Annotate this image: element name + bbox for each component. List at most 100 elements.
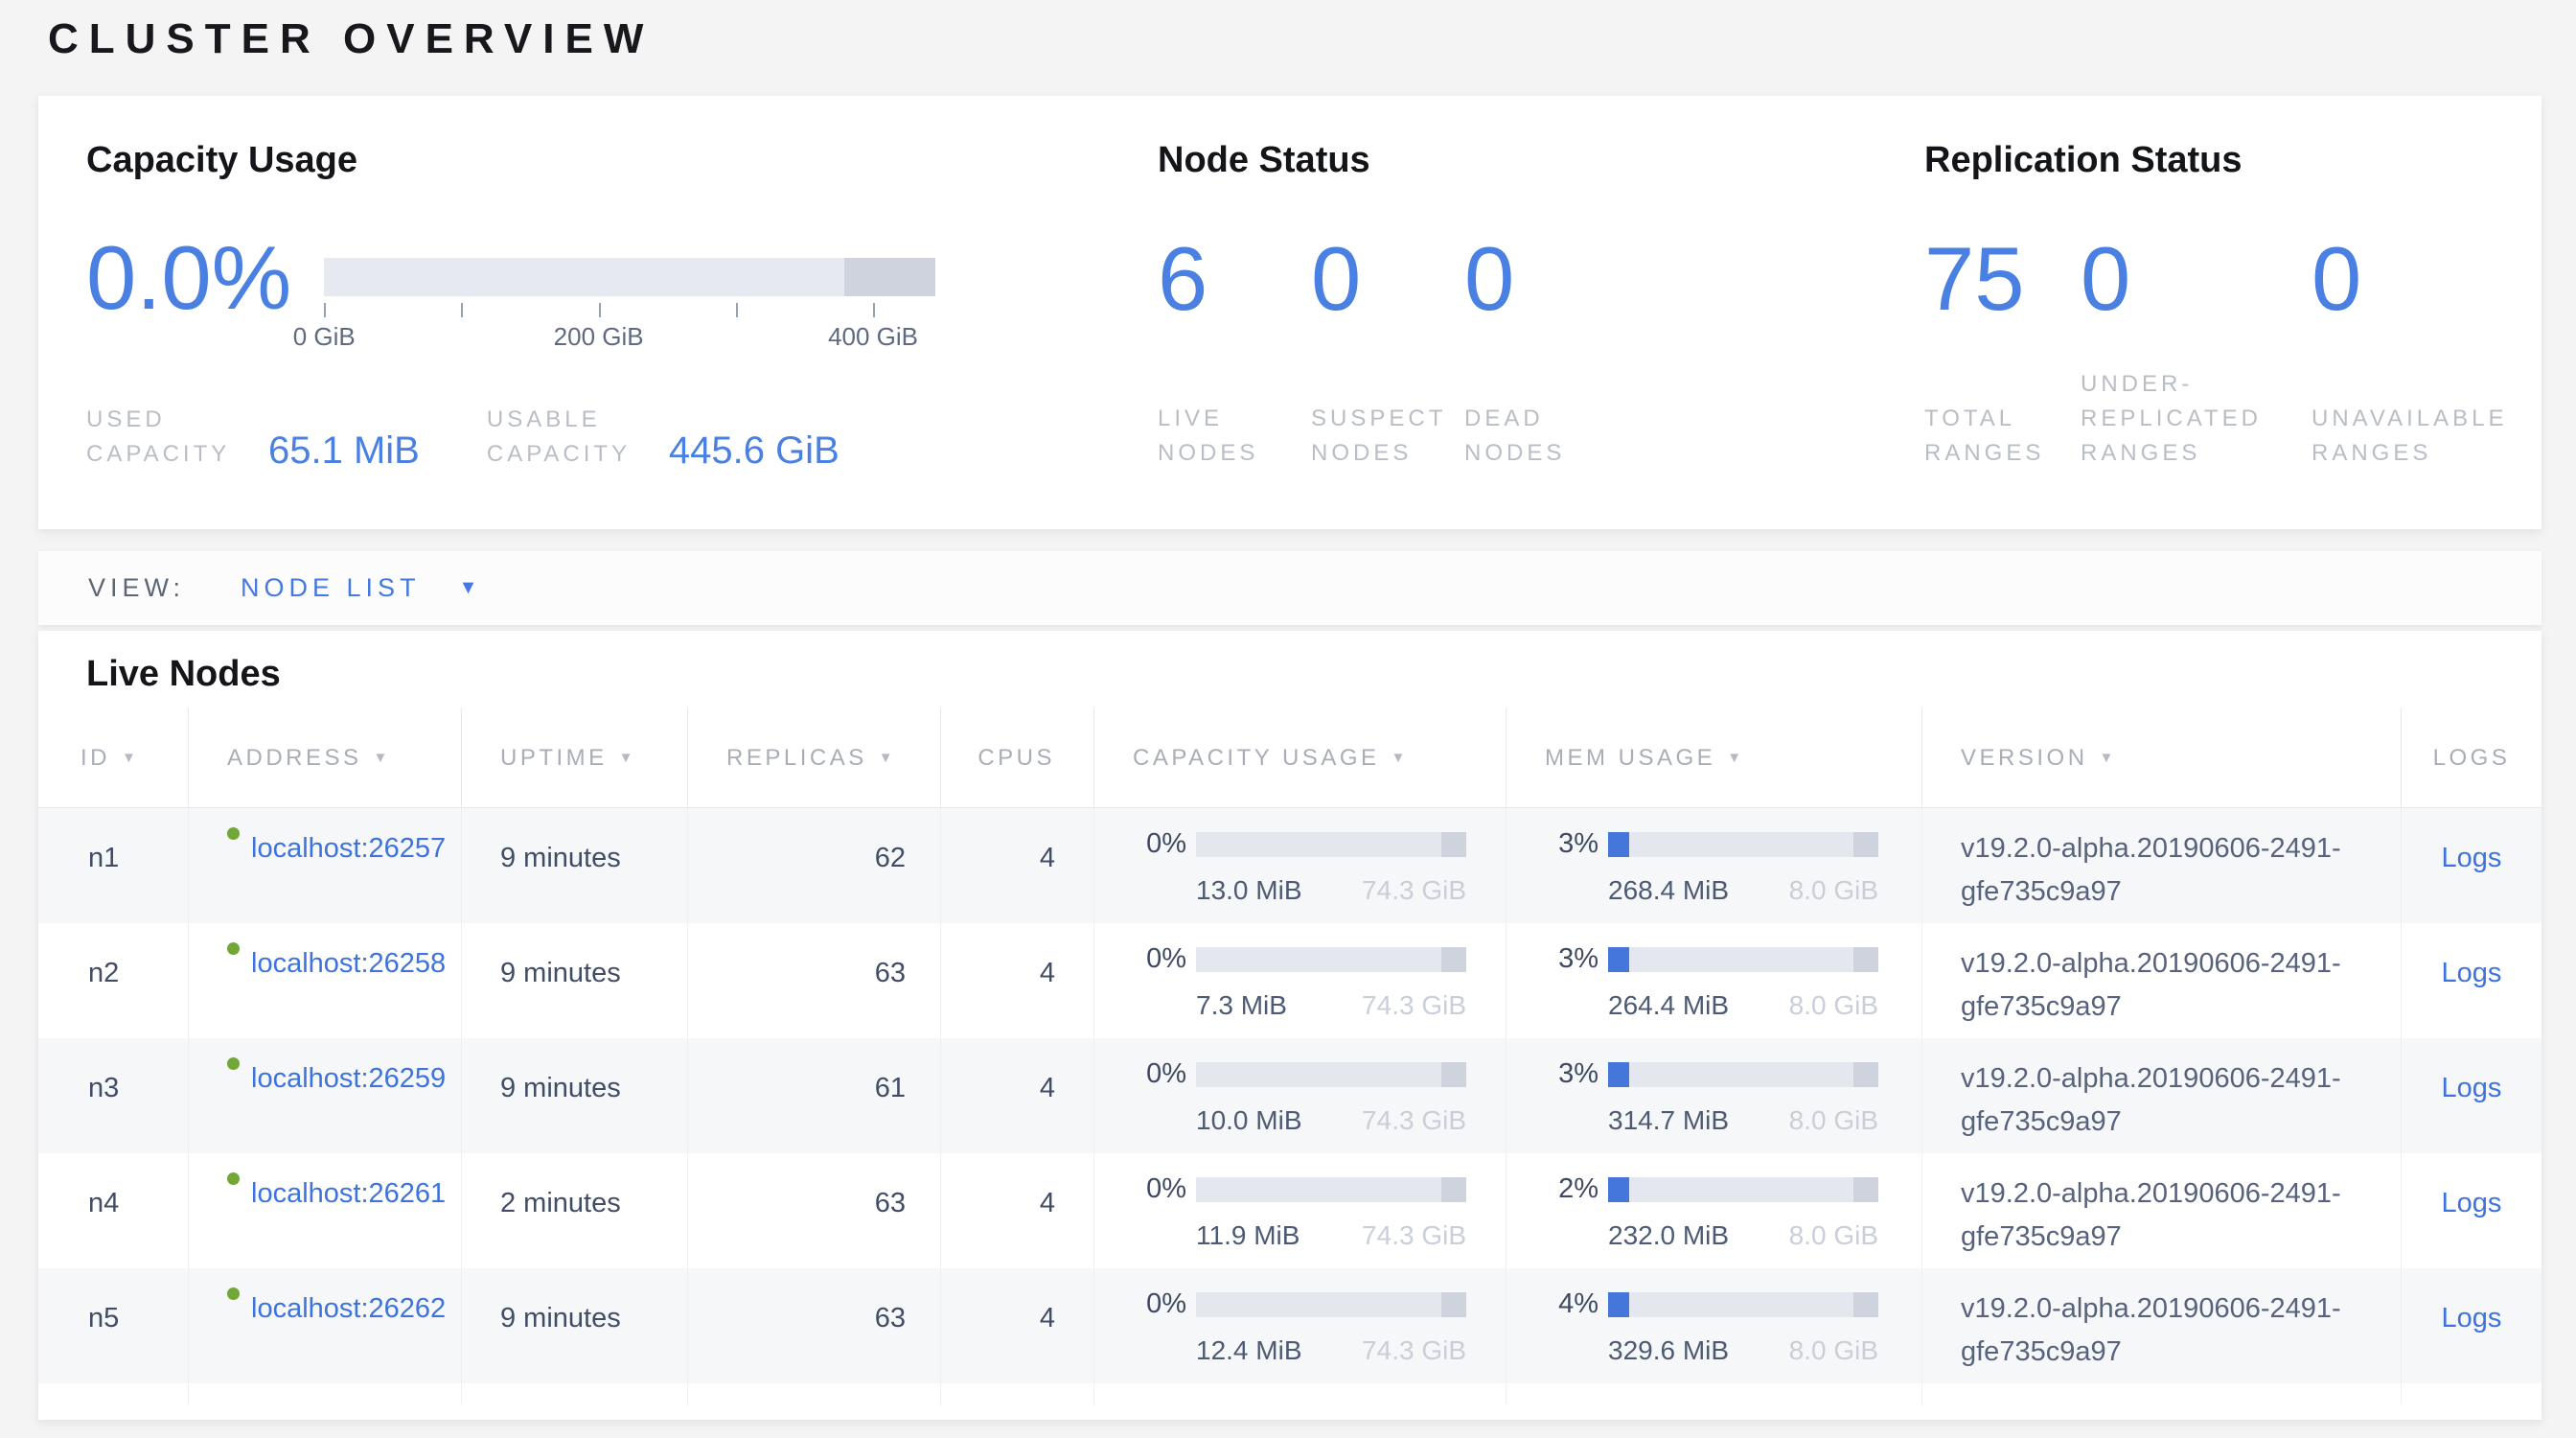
axis-tick-label: 0 GiB xyxy=(293,322,356,352)
column-header-mem-usage[interactable]: MEM USAGE▼ xyxy=(1506,708,1922,807)
capacity-percent: 0% xyxy=(1129,1059,1186,1088)
logs-link[interactable]: Logs xyxy=(2442,1188,2502,1268)
mem-meter-track xyxy=(1608,832,1878,857)
dead-nodes-stat: 0 DEAD NODES xyxy=(1464,233,1618,471)
capacity-usage-heading: Capacity Usage xyxy=(86,140,935,181)
table-rows: n1 localhost:26257 9 minutes 62 4 0% xyxy=(38,808,2542,1383)
used-capacity-stat: USED CAPACITY 65.1 MiB xyxy=(86,403,420,472)
node-address-link[interactable]: localhost:26259 xyxy=(251,1057,448,1101)
mem-meter-reserved xyxy=(1853,832,1878,857)
view-dropdown-value[interactable]: NODE LIST xyxy=(241,573,421,603)
node-version-cell: v19.2.0-alpha.20190606-2491-gfe735c9a97 xyxy=(1922,1153,2402,1268)
node-address-link[interactable]: localhost:26261 xyxy=(251,1172,448,1216)
mem-meter-reserved xyxy=(1853,1177,1878,1202)
usable-capacity-stat: USABLE CAPACITY 445.6 GiB xyxy=(487,403,840,472)
capacity-percent: 0% xyxy=(1129,944,1186,973)
node-id-cell: n5 xyxy=(38,1268,189,1383)
node-uptime-cell: 9 minutes xyxy=(462,808,688,923)
node-version-cell: v19.2.0-alpha.20190606-2491-gfe735c9a97 xyxy=(1922,1038,2402,1153)
node-mem-usage-cell: 3% 314.7 MiB 8.0 GiB xyxy=(1506,1038,1922,1153)
sort-desc-icon: ▼ xyxy=(879,750,896,766)
mem-meter-track xyxy=(1608,1177,1878,1202)
capacity-meter-track xyxy=(1196,947,1466,972)
mem-used-value: 268.4 MiB xyxy=(1608,875,1729,906)
node-uptime-cell: 9 minutes xyxy=(462,923,688,1038)
page-title: CLUSTER OVERVIEW xyxy=(48,15,654,63)
live-status-dot-icon xyxy=(227,1172,240,1185)
mem-meter-fill xyxy=(1608,1062,1629,1087)
view-bar: VIEW: NODE LIST ▼ xyxy=(38,551,2542,625)
mem-total-value: 8.0 GiB xyxy=(1789,990,1878,1021)
node-uptime-cell: 9 minutes xyxy=(462,1038,688,1153)
table-row: n5 localhost:26262 9 minutes 63 4 0% xyxy=(38,1268,2542,1383)
capacity-axis xyxy=(324,303,935,318)
logs-link[interactable]: Logs xyxy=(2442,1303,2502,1383)
node-logs-cell: Logs xyxy=(2402,923,2542,1038)
replication-status-heading: Replication Status xyxy=(1924,140,2542,181)
node-mem-usage-cell: 2% 232.0 MiB 8.0 GiB xyxy=(1506,1153,1922,1268)
live-status-dot-icon xyxy=(227,1057,240,1070)
capacity-total-value: 74.3 GiB xyxy=(1362,1220,1466,1251)
node-mem-usage-cell: 4% 329.6 MiB 8.0 GiB xyxy=(1506,1268,1922,1383)
capacity-axis-labels: 0 GiB 200 GiB 400 GiB xyxy=(324,322,935,353)
summary-card: Capacity Usage 0.0% 0 GiB xyxy=(38,96,2542,529)
sort-desc-icon: ▼ xyxy=(1727,750,1744,766)
column-header-id[interactable]: ID▼ xyxy=(38,708,189,807)
unavailable-ranges-value: 0 xyxy=(2312,233,2542,325)
column-header-capacity-usage[interactable]: CAPACITY USAGE▼ xyxy=(1094,708,1506,807)
mem-percent: 2% xyxy=(1541,1174,1598,1203)
node-address-link[interactable]: localhost:26257 xyxy=(251,827,448,870)
mem-meter-fill xyxy=(1608,832,1629,857)
capacity-usage-section: Capacity Usage 0.0% 0 GiB xyxy=(86,140,935,472)
node-cpus-cell: 4 xyxy=(941,1153,1094,1268)
logs-link[interactable]: Logs xyxy=(2442,1073,2502,1153)
node-version-cell: v19.2.0-alpha.20190606-2491-gfe735c9a97 xyxy=(1922,808,2402,923)
mem-total-value: 8.0 GiB xyxy=(1789,1220,1878,1251)
live-status-dot-icon xyxy=(227,1287,240,1300)
caret-down-icon[interactable]: ▼ xyxy=(459,577,478,599)
column-header-address[interactable]: ADDRESS▼ xyxy=(189,708,462,807)
usable-capacity-value: 445.6 GiB xyxy=(669,431,840,470)
sort-desc-icon: ▼ xyxy=(374,750,391,766)
column-header-version[interactable]: VERSION▼ xyxy=(1922,708,2402,807)
live-nodes-card: Live Nodes ID▼ ADDRESS▼ UPTIME▼ REPLICAS… xyxy=(38,631,2542,1420)
capacity-used-value: 11.9 MiB xyxy=(1196,1220,1300,1251)
capacity-percent: 0% xyxy=(1129,1174,1186,1203)
sort-desc-icon: ▼ xyxy=(2100,750,2117,766)
live-nodes-value: 6 xyxy=(1158,233,1311,325)
node-address-link[interactable]: localhost:26258 xyxy=(251,942,448,986)
mem-meter-fill xyxy=(1608,947,1629,972)
live-nodes-label: LIVE NODES xyxy=(1158,402,1311,471)
mem-used-value: 329.6 MiB xyxy=(1608,1335,1729,1366)
node-cpus-cell: 4 xyxy=(941,1268,1094,1383)
table-header-row: ID▼ ADDRESS▼ UPTIME▼ REPLICAS▼ CPUS CAPA… xyxy=(38,708,2542,808)
column-header-cpus: CPUS xyxy=(941,708,1094,807)
capacity-meter-reserved xyxy=(1441,1292,1466,1317)
axis-tick-label: 200 GiB xyxy=(554,322,644,352)
table-row: n1 localhost:26257 9 minutes 62 4 0% xyxy=(38,808,2542,923)
column-header-uptime[interactable]: UPTIME▼ xyxy=(462,708,688,807)
node-address-cell: localhost:26262 xyxy=(189,1268,462,1383)
table-row: n2 localhost:26258 9 minutes 63 4 0% xyxy=(38,923,2542,1038)
node-address-cell: localhost:26261 xyxy=(189,1153,462,1268)
mem-meter-reserved xyxy=(1853,947,1878,972)
view-dropdown[interactable]: NODE LIST ▼ xyxy=(241,573,477,603)
table-row: n3 localhost:26259 9 minutes 61 4 0% xyxy=(38,1038,2542,1153)
capacity-percent-value: 0.0% xyxy=(86,233,291,353)
logs-link[interactable]: Logs xyxy=(2442,843,2502,923)
suspect-nodes-value: 0 xyxy=(1311,233,1464,325)
mem-percent: 3% xyxy=(1541,1059,1598,1088)
table-row: n4 localhost:26261 2 minutes 63 4 0% xyxy=(38,1153,2542,1268)
capacity-bar-track xyxy=(324,258,935,296)
mem-meter-track xyxy=(1608,947,1878,972)
node-address-link[interactable]: localhost:26262 xyxy=(251,1287,448,1331)
mem-total-value: 8.0 GiB xyxy=(1789,875,1878,906)
column-header-replicas[interactable]: REPLICAS▼ xyxy=(688,708,941,807)
node-version-cell: v19.2.0-alpha.20190606-2491-gfe735c9a97 xyxy=(1922,923,2402,1038)
node-uptime-cell: 2 minutes xyxy=(462,1153,688,1268)
live-nodes-stat: 6 LIVE NODES xyxy=(1158,233,1311,471)
dead-nodes-label: DEAD NODES xyxy=(1464,402,1618,471)
capacity-total-value: 74.3 GiB xyxy=(1362,1335,1466,1366)
unavailable-ranges-stat: 0 UNAVAILABLE RANGES xyxy=(2312,233,2542,471)
logs-link[interactable]: Logs xyxy=(2442,958,2502,1038)
